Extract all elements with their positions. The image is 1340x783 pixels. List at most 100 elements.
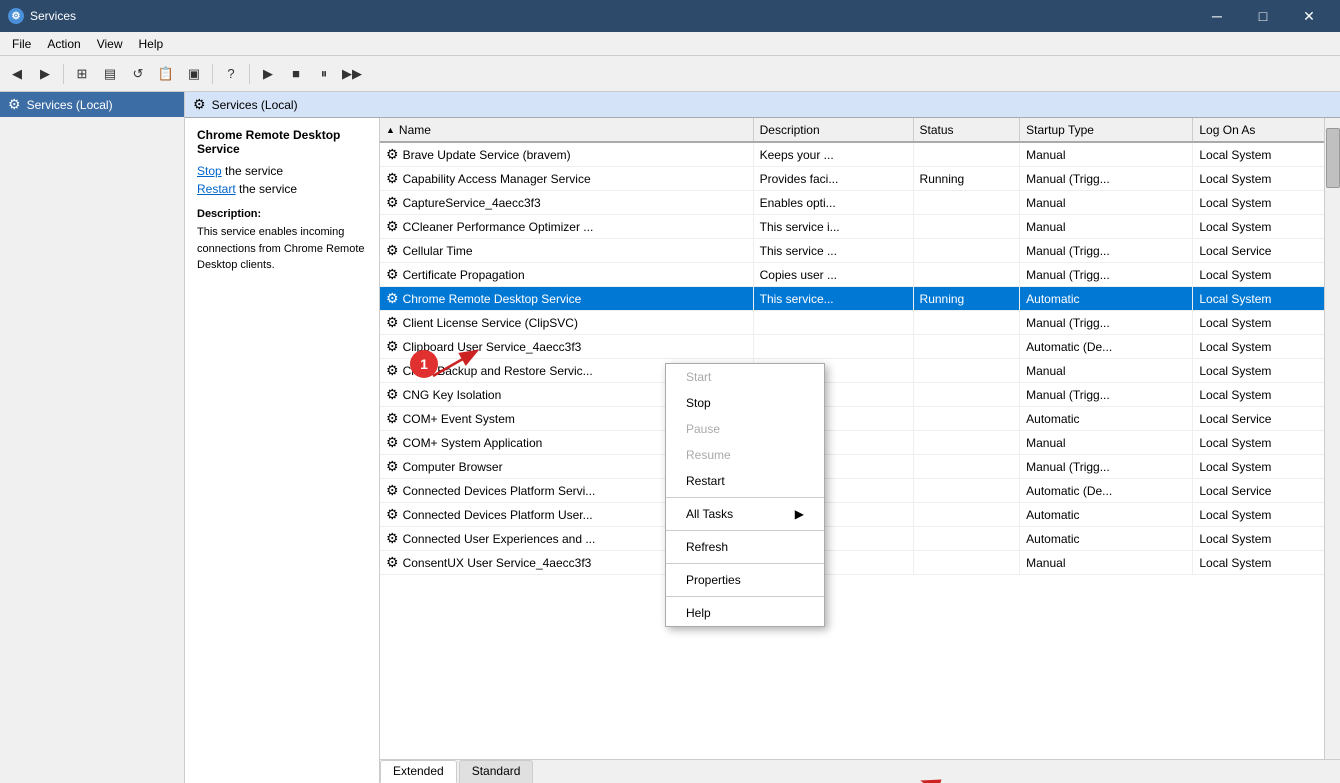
menu-action[interactable]: Action bbox=[39, 35, 88, 53]
table-row[interactable]: ⚙Chrome Remote Desktop ServiceThis servi… bbox=[380, 287, 1340, 311]
service-desc-cell: Copies user ... bbox=[753, 263, 913, 287]
minimize-button[interactable]: ─ bbox=[1194, 0, 1240, 32]
service-status-cell bbox=[913, 191, 1020, 215]
table-row[interactable]: ⚙COM+ Event SystemAutomaticLocal Service bbox=[380, 407, 1340, 431]
table-row[interactable]: ⚙Cellular TimeThis service ...Manual (Tr… bbox=[380, 239, 1340, 263]
menu-help[interactable]: Help bbox=[131, 35, 172, 53]
services-table-scroll[interactable]: ▲ Name Description Status Startup Type L… bbox=[380, 118, 1340, 759]
services-header-icon: ⚙ bbox=[193, 96, 206, 113]
context-menu-item-start: Start bbox=[666, 364, 824, 390]
service-logon-cell: Local System bbox=[1193, 287, 1340, 311]
service-startup-cell: Automatic (De... bbox=[1020, 335, 1193, 359]
service-startup-cell: Manual bbox=[1020, 551, 1193, 575]
service-logon-cell: Local System bbox=[1193, 359, 1340, 383]
service-title: Chrome Remote Desktop Service bbox=[197, 128, 367, 156]
service-logon-cell: Local System bbox=[1193, 142, 1340, 167]
service-status-cell bbox=[913, 215, 1020, 239]
table-row[interactable]: ⚙CaptureService_4aecc3f3Enables opti...M… bbox=[380, 191, 1340, 215]
col-status[interactable]: Status bbox=[913, 118, 1020, 142]
back-button[interactable]: ◀ bbox=[4, 61, 30, 87]
service-startup-cell: Automatic bbox=[1020, 407, 1193, 431]
restart-button[interactable]: ▶▶ bbox=[339, 61, 365, 87]
service-name-cell: ⚙Chrome Remote Desktop Service bbox=[380, 287, 753, 311]
refresh-button[interactable]: ↺ bbox=[125, 61, 151, 87]
list-button[interactable]: ▤ bbox=[97, 61, 123, 87]
table-row[interactable]: ⚙Brave Update Service (bravem)Keeps your… bbox=[380, 142, 1340, 167]
restart-service-link[interactable]: Restart bbox=[197, 182, 236, 196]
service-startup-cell: Manual (Trigg... bbox=[1020, 167, 1193, 191]
context-menu-item-help[interactable]: Help bbox=[666, 600, 824, 626]
services-table: ▲ Name Description Status Startup Type L… bbox=[380, 118, 1340, 575]
export-button[interactable]: 📋 bbox=[153, 61, 179, 87]
service-status-cell bbox=[913, 431, 1020, 455]
toolbar: ◀ ▶ ⊞ ▤ ↺ 📋 ▣ ? ▶ ■ ⏸ ▶▶ bbox=[0, 56, 1340, 92]
service-logon-cell: Local System bbox=[1193, 527, 1340, 551]
sidebar-icon: ⚙ bbox=[8, 96, 21, 113]
table-row[interactable]: ⚙Clipboard User Service_4aecc3f3 Automati… bbox=[380, 335, 1340, 359]
service-logon-cell: Local System bbox=[1193, 503, 1340, 527]
table-row[interactable]: ⚙Connected Devices Platform Servi...Auto… bbox=[380, 479, 1340, 503]
table-row[interactable]: ⚙Cloud Backup and Restore Servic...Manua… bbox=[380, 359, 1340, 383]
table-row[interactable]: ⚙CNG Key IsolationManual (Trigg...Local … bbox=[380, 383, 1340, 407]
service-logon-cell: Local System bbox=[1193, 311, 1340, 335]
maximize-button[interactable]: □ bbox=[1240, 0, 1286, 32]
stop-service-link[interactable]: Stop bbox=[197, 164, 222, 178]
scrollbar-track[interactable] bbox=[1324, 118, 1340, 783]
table-row[interactable]: ⚙Certificate PropagationCopies user ...M… bbox=[380, 263, 1340, 287]
forward-button[interactable]: ▶ bbox=[32, 61, 58, 87]
stop-button[interactable]: ■ bbox=[283, 61, 309, 87]
name-col-up-arrow: ▲ bbox=[386, 125, 395, 135]
service-startup-cell: Automatic bbox=[1020, 287, 1193, 311]
service-desc-cell: This service... bbox=[753, 287, 913, 311]
properties-button[interactable]: ▣ bbox=[181, 61, 207, 87]
table-row[interactable]: ⚙Connected User Experiences and ...Autom… bbox=[380, 527, 1340, 551]
context-menu-item-properties[interactable]: Properties bbox=[666, 567, 824, 593]
col-name[interactable]: ▲ Name bbox=[380, 118, 753, 142]
table-row[interactable]: ⚙Capability Access Manager ServiceProvid… bbox=[380, 167, 1340, 191]
table-row[interactable]: ⚙Connected Devices Platform User...Autom… bbox=[380, 503, 1340, 527]
table-row[interactable]: ⚙Computer BrowserManual (Trigg...Local S… bbox=[380, 455, 1340, 479]
app-icon: ⚙ bbox=[8, 8, 24, 24]
service-status-cell bbox=[913, 335, 1020, 359]
service-status-cell bbox=[913, 359, 1020, 383]
service-logon-cell: Local Service bbox=[1193, 239, 1340, 263]
tab-extended[interactable]: Extended bbox=[380, 760, 457, 783]
description-heading: Description: bbox=[197, 208, 367, 220]
col-description[interactable]: Description bbox=[753, 118, 913, 142]
menu-file[interactable]: File bbox=[4, 35, 39, 53]
service-desc-cell: This service ... bbox=[753, 239, 913, 263]
tab-standard[interactable]: Standard bbox=[459, 760, 534, 783]
service-status-cell bbox=[913, 407, 1020, 431]
service-desc-cell: Provides faci... bbox=[753, 167, 913, 191]
service-startup-cell: Automatic bbox=[1020, 503, 1193, 527]
show-hide-button[interactable]: ⊞ bbox=[69, 61, 95, 87]
col-logon[interactable]: Log On As bbox=[1193, 118, 1340, 142]
table-row[interactable]: ⚙Client License Service (ClipSVC)Manual … bbox=[380, 311, 1340, 335]
service-name-cell: ⚙Clipboard User Service_4aecc3f3 bbox=[380, 335, 753, 359]
context-menu-item-restart[interactable]: Restart bbox=[666, 468, 824, 494]
close-button[interactable]: ✕ bbox=[1286, 0, 1332, 32]
col-startup[interactable]: Startup Type bbox=[1020, 118, 1193, 142]
scrollbar-thumb[interactable] bbox=[1326, 128, 1340, 188]
service-status-cell bbox=[913, 239, 1020, 263]
service-status-cell bbox=[913, 551, 1020, 575]
table-row[interactable]: ⚙ConsentUX User Service_4aecc3f3ManualLo… bbox=[380, 551, 1340, 575]
service-startup-cell: Manual (Trigg... bbox=[1020, 239, 1193, 263]
service-logon-cell: Local System bbox=[1193, 167, 1340, 191]
context-menu-item-all-tasks[interactable]: All Tasks▶ bbox=[666, 501, 824, 527]
service-status-cell bbox=[913, 311, 1020, 335]
service-status-cell bbox=[913, 383, 1020, 407]
table-row[interactable]: ⚙CCleaner Performance Optimizer ...This … bbox=[380, 215, 1340, 239]
context-menu-item-refresh[interactable]: Refresh bbox=[666, 534, 824, 560]
service-desc-cell bbox=[753, 335, 913, 359]
service-name-cell: ⚙Certificate Propagation bbox=[380, 263, 753, 287]
service-desc-cell bbox=[753, 311, 913, 335]
play-button[interactable]: ▶ bbox=[255, 61, 281, 87]
toolbar-sep-3 bbox=[249, 64, 250, 84]
context-menu-item-stop[interactable]: Stop bbox=[666, 390, 824, 416]
menu-view[interactable]: View bbox=[89, 35, 131, 53]
table-row[interactable]: ⚙COM+ System ApplicationManualLocal Syst… bbox=[380, 431, 1340, 455]
service-status-cell: Running bbox=[913, 287, 1020, 311]
pause-button[interactable]: ⏸ bbox=[311, 61, 337, 87]
help-toolbar-button[interactable]: ? bbox=[218, 61, 244, 87]
